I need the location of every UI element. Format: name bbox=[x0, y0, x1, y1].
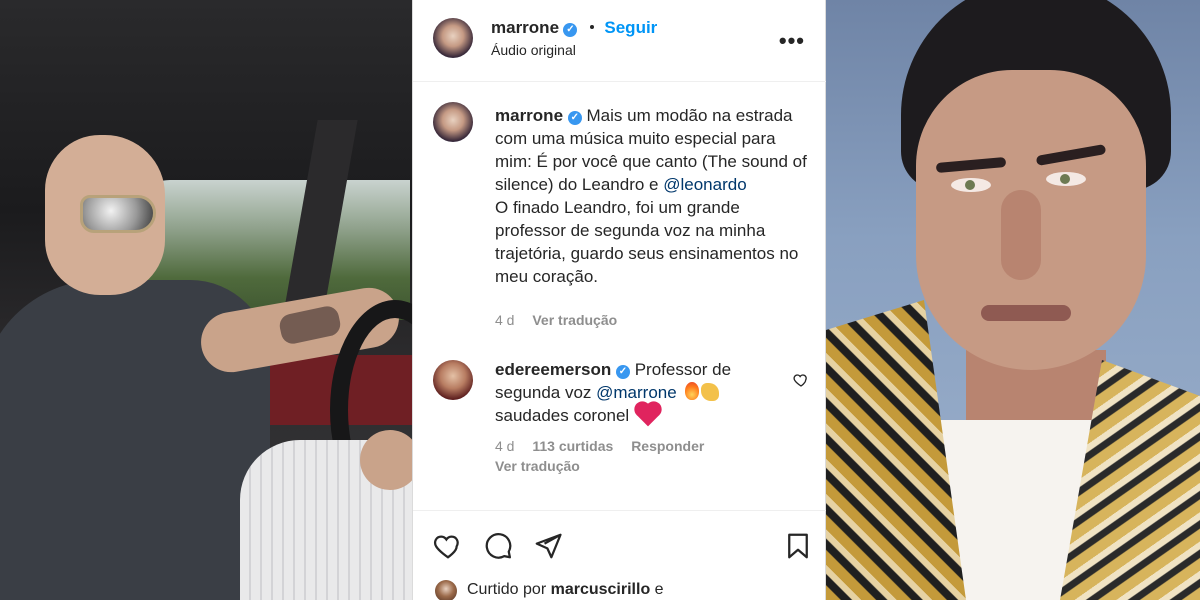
follow-button[interactable]: Seguir bbox=[604, 18, 657, 37]
person-hand bbox=[360, 430, 412, 490]
comment-time[interactable]: 4 d bbox=[495, 438, 514, 454]
caption-avatar[interactable] bbox=[433, 102, 473, 142]
post-actions-bar bbox=[413, 510, 827, 570]
portrait-mouth bbox=[981, 305, 1071, 321]
liked-suffix: e bbox=[654, 581, 664, 598]
clapping-hands-emoji-icon bbox=[701, 383, 720, 401]
comment-mention[interactable]: @marrone bbox=[596, 383, 677, 402]
caption-text-2: O finado Leandro, foi um grande professo… bbox=[495, 198, 799, 286]
verified-badge-icon: ✓ bbox=[615, 364, 630, 379]
fire-emoji-icon bbox=[685, 382, 700, 400]
red-heart-emoji-icon bbox=[636, 403, 660, 427]
post-header: marrone ✓ Seguir Áudio original ••• bbox=[413, 0, 827, 82]
author-avatar[interactable] bbox=[433, 18, 473, 58]
share-icon[interactable] bbox=[533, 531, 563, 561]
liked-by-avatar[interactable] bbox=[435, 580, 457, 600]
liked-by-text: Curtido por marcuscirillo e bbox=[467, 581, 664, 599]
author-username[interactable]: marrone bbox=[491, 18, 559, 37]
header-user-row: marrone ✓ Seguir bbox=[491, 18, 657, 38]
left-photo-driver bbox=[0, 0, 412, 600]
portrait-patterned-jacket-left bbox=[826, 300, 966, 600]
commenter-avatar[interactable] bbox=[433, 360, 473, 400]
liked-by-username[interactable]: marcuscirillo bbox=[551, 581, 651, 598]
caption: marrone ✓ Mais um modão na estrada com u… bbox=[495, 104, 815, 288]
right-photo-portrait bbox=[826, 0, 1200, 600]
audio-label[interactable]: Áudio original bbox=[491, 42, 576, 58]
commenter-username[interactable]: edereemerson bbox=[495, 360, 611, 379]
caption-translate-link[interactable]: Ver tradução bbox=[532, 312, 617, 328]
caption-username[interactable]: marrone bbox=[495, 106, 563, 125]
verified-badge-icon: ✓ bbox=[567, 110, 582, 125]
portrait-eye bbox=[1046, 172, 1086, 186]
caption-mention[interactable]: @leonardo bbox=[663, 175, 746, 194]
caption-time[interactable]: 4 d bbox=[495, 312, 514, 328]
bookmark-icon[interactable] bbox=[783, 531, 813, 561]
comment: edereemerson ✓ Professor de segunda voz … bbox=[495, 358, 795, 427]
comment-like-heart-icon[interactable] bbox=[793, 372, 809, 388]
verified-badge-icon: ✓ bbox=[563, 22, 578, 37]
liked-prefix: Curtido por bbox=[467, 581, 547, 598]
portrait-nose bbox=[1001, 190, 1041, 280]
comment-meta: 4 d 113 curtidas Responder bbox=[495, 438, 704, 454]
portrait-eye bbox=[951, 178, 991, 192]
comment-likes[interactable]: 113 curtidas bbox=[532, 438, 613, 454]
instagram-post-panel: marrone ✓ Seguir Áudio original ••• marr… bbox=[412, 0, 827, 600]
separator-dot bbox=[589, 25, 594, 29]
comment-text-2: saudades coronel bbox=[495, 406, 630, 425]
sunglasses bbox=[80, 195, 156, 233]
comment-translate-link[interactable]: Ver tradução bbox=[495, 458, 580, 474]
comment-icon[interactable] bbox=[483, 531, 513, 561]
reply-button[interactable]: Responder bbox=[631, 438, 704, 454]
caption-meta: 4 d Ver tradução bbox=[495, 312, 617, 328]
more-options-icon[interactable]: ••• bbox=[779, 28, 805, 54]
heart-icon[interactable] bbox=[433, 531, 463, 561]
